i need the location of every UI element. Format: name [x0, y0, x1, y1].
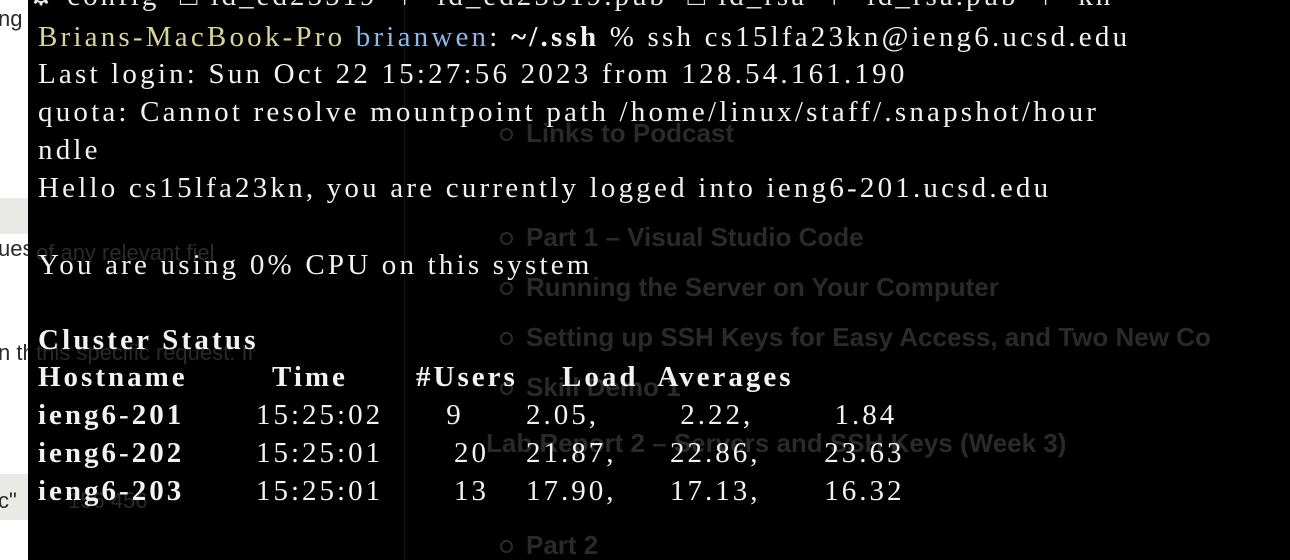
bullet-icon	[500, 282, 513, 295]
prompt-path: ~/.ssh	[500, 21, 600, 53]
header-users: #Users	[416, 361, 518, 393]
table-row: ieng6-202 15:25:01 20 21.87, 22.86, 23.6…	[38, 437, 902, 471]
bg-fragment: ng	[0, 6, 23, 31]
row-load-1: 2.05,	[526, 399, 599, 431]
row-users: 9	[436, 399, 464, 431]
file-tab-bar[interactable]: ⚙ config □ id_ed25519 ⚑ id_ed25519.pub □…	[28, 0, 1113, 12]
cpu-line: You are using 0% CPU on this system	[38, 249, 593, 281]
prompt-host: Brians-MacBook-Pro	[38, 21, 346, 53]
background-page-left: ng ues n th c"	[0, 0, 30, 560]
row-load-15: 1.84	[814, 399, 898, 431]
row-load-5: 2.22,	[670, 399, 754, 431]
row-load-1: 21.87,	[526, 437, 617, 469]
row-hostname: ieng6-201	[38, 399, 185, 431]
ghost-list-item: Part 2	[526, 530, 599, 560]
bullet-icon	[500, 540, 513, 553]
row-users: 13	[454, 475, 489, 507]
ghost-list-item: Setting up SSH Keys for Easy Access, and…	[526, 322, 1211, 352]
command-text: ssh cs15lfa23kn@ieng6.ucsd.edu	[637, 21, 1131, 53]
header-load: Load Averages	[562, 361, 794, 393]
row-load-5: 17.13,	[670, 475, 761, 507]
row-load-15: 16.32	[814, 475, 905, 507]
table-header: Hostname Time #Users Load Averages	[38, 361, 791, 395]
row-time: 15:25:01	[256, 437, 384, 469]
bg-fragment: ues	[0, 236, 30, 261]
hello-line: Hello cs15lfa23kn, you are currently log…	[38, 172, 1052, 204]
row-time: 15:25:02	[256, 399, 384, 431]
row-load-15: 23.63	[814, 437, 905, 469]
quota-line-wrap: ndle	[38, 134, 101, 166]
bg-fragment: n th	[0, 340, 30, 365]
table-row: ieng6-203 15:25:01 13 17.90, 17.13, 16.3…	[38, 475, 902, 509]
row-load-1: 17.90,	[526, 475, 617, 507]
header-hostname: Hostname	[38, 361, 188, 393]
row-load-5: 22.86,	[670, 437, 761, 469]
prompt-symbol: %	[599, 21, 638, 53]
quota-line: quota: Cannot resolve mountpoint path /h…	[38, 96, 1100, 128]
row-hostname: ieng6-203	[38, 475, 185, 507]
header-time: Time	[272, 361, 348, 393]
prompt-separator: :	[489, 21, 501, 53]
table-row: ieng6-201 15:25:02 9 2.05, 2.22, 1.84	[38, 399, 894, 433]
terminal-window[interactable]: of any relevant fiel this specific reque…	[28, 0, 1290, 560]
row-time: 15:25:01	[256, 475, 384, 507]
row-users: 20	[454, 437, 489, 469]
bullet-icon	[500, 232, 513, 245]
last-login-line: Last login: Sun Oct 22 15:27:56 2023 fro…	[38, 58, 908, 90]
bullet-icon	[500, 128, 513, 141]
row-hostname: ieng6-202	[38, 437, 185, 469]
bullet-icon	[500, 332, 513, 345]
prompt-user: brianwen	[355, 21, 490, 53]
cluster-status-title: Cluster Status	[38, 324, 259, 356]
ghost-list-item: Running the Server on Your Computer	[526, 272, 999, 302]
prompt-line: Brians-MacBook-Pro brianwen: ~/.ssh % ss…	[38, 20, 1130, 54]
highlight-strip	[0, 198, 30, 234]
bg-fragment: c"	[0, 488, 17, 513]
